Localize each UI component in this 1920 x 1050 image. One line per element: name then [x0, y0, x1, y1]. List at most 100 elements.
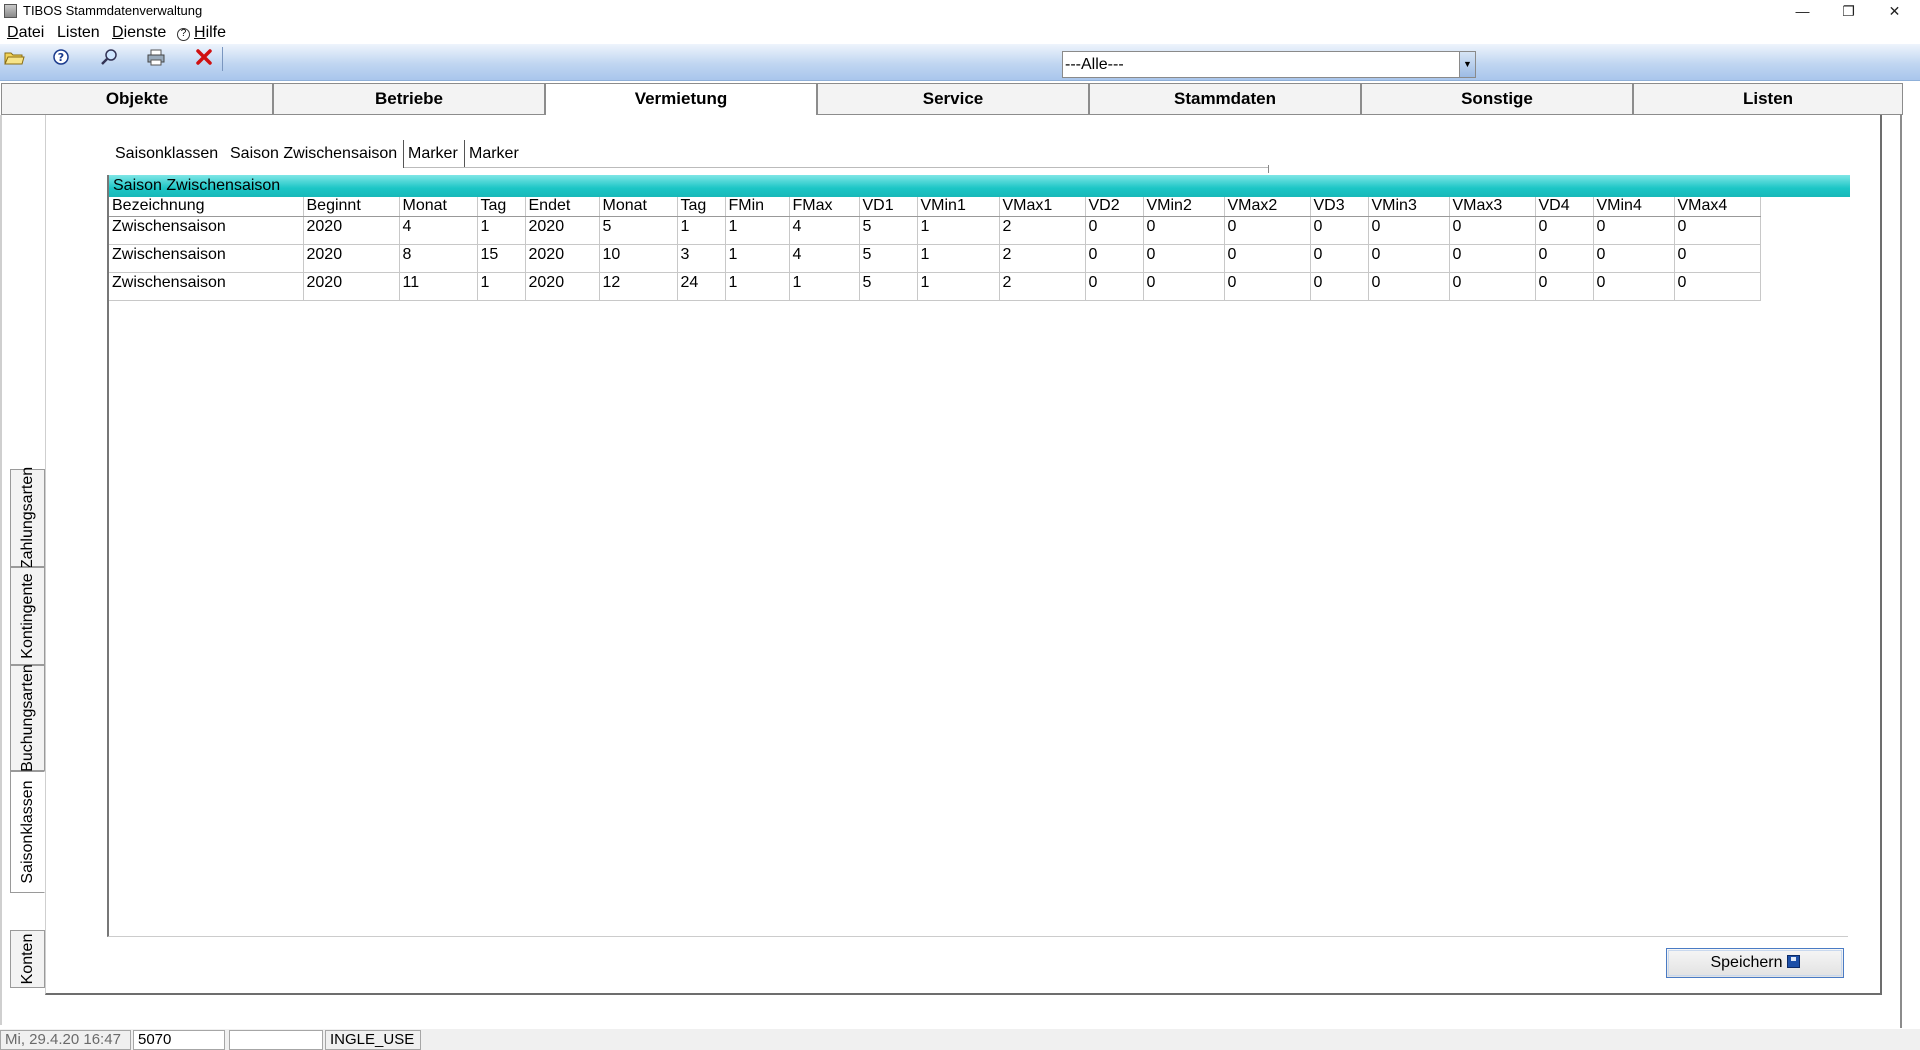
search-icon[interactable]: [98, 47, 124, 69]
table-cell[interactable]: Zwischensaison: [109, 272, 304, 301]
table-cell[interactable]: Zwischensaison: [109, 216, 304, 245]
save-button[interactable]: Speichern: [1666, 948, 1844, 978]
table-cell[interactable]: 11: [399, 272, 478, 301]
table-row[interactable]: Zwischensaison 2020 11 1 2020 12 24 1 1 5 1 2 0 0 0 0 0 0…: [109, 272, 1761, 301]
tab-objekte[interactable]: Objekte: [1, 83, 273, 115]
column-header[interactable]: VD1: [859, 197, 918, 217]
tab-sonstige[interactable]: Sonstige: [1361, 83, 1633, 115]
close-window-icon[interactable]: ✕: [1872, 0, 1917, 22]
table-cell[interactable]: 2020: [525, 272, 600, 301]
print-icon[interactable]: [145, 47, 171, 69]
column-header[interactable]: VMin2: [1143, 197, 1225, 217]
subtab-marker-1[interactable]: Marker: [403, 140, 462, 168]
column-header[interactable]: FMin: [725, 197, 790, 217]
table-cell[interactable]: 0: [1535, 244, 1594, 273]
column-header[interactable]: Bezeichnung: [109, 197, 304, 217]
table-cell[interactable]: 5: [859, 272, 918, 301]
side-tab-kontingente[interactable]: Kontingente: [10, 567, 45, 665]
table-cell[interactable]: 0: [1224, 272, 1311, 301]
column-header[interactable]: VMin3: [1368, 197, 1450, 217]
table-cell[interactable]: 0: [1593, 216, 1675, 245]
table-cell[interactable]: 3: [677, 244, 726, 273]
tab-vermietung[interactable]: Vermietung: [545, 83, 817, 117]
table-cell[interactable]: 0: [1674, 216, 1761, 245]
chevron-down-icon[interactable]: ▼: [1459, 52, 1475, 77]
tab-betriebe[interactable]: Betriebe: [273, 83, 545, 115]
table-cell[interactable]: 0: [1449, 244, 1536, 273]
column-header[interactable]: VD4: [1535, 197, 1594, 217]
column-header[interactable]: VMax3: [1449, 197, 1536, 217]
table-row[interactable]: Zwischensaison 2020 8 15 2020 10 3 1 4 5 1 2 0 0 0 0 0 0 0…: [109, 244, 1761, 273]
table-cell[interactable]: 5: [859, 244, 918, 273]
subtab-saison-zwischensaison[interactable]: Saison Zwischensaison: [226, 140, 401, 168]
table-cell[interactable]: 1: [917, 244, 1000, 273]
column-header[interactable]: VD3: [1310, 197, 1369, 217]
table-cell[interactable]: 0: [1310, 216, 1369, 245]
table-cell[interactable]: 4: [399, 216, 478, 245]
column-header[interactable]: VMax1: [999, 197, 1086, 217]
table-cell[interactable]: 1: [477, 216, 526, 245]
table-cell[interactable]: 0: [1085, 216, 1144, 245]
menu-listen[interactable]: Listen: [57, 24, 100, 42]
table-cell[interactable]: 1: [917, 216, 1000, 245]
table-cell[interactable]: 4: [789, 244, 860, 273]
table-cell[interactable]: 0: [1143, 244, 1225, 273]
table-cell[interactable]: 0: [1310, 272, 1369, 301]
table-cell[interactable]: 0: [1368, 272, 1450, 301]
side-tab-saisonklassen[interactable]: Saisonklassen: [10, 771, 45, 893]
table-cell[interactable]: 4: [789, 216, 860, 245]
table-cell[interactable]: 0: [1674, 244, 1761, 273]
table-cell[interactable]: 1: [477, 272, 526, 301]
column-header[interactable]: VD2: [1085, 197, 1144, 217]
column-header[interactable]: VMax4: [1674, 197, 1761, 217]
table-cell[interactable]: 10: [599, 244, 678, 273]
tab-service[interactable]: Service: [817, 83, 1089, 115]
table-cell[interactable]: 2020: [525, 216, 600, 245]
help-icon[interactable]: ?: [50, 47, 76, 69]
table-cell[interactable]: 8: [399, 244, 478, 273]
column-header[interactable]: FMax: [789, 197, 860, 217]
open-folder-icon[interactable]: [3, 47, 29, 69]
table-cell[interactable]: 15: [477, 244, 526, 273]
table-cell[interactable]: 1: [789, 272, 860, 301]
minimize-icon[interactable]: —: [1780, 0, 1825, 22]
table-cell[interactable]: 2: [999, 272, 1086, 301]
table-cell[interactable]: 1: [725, 244, 790, 273]
table-cell[interactable]: 1: [725, 272, 790, 301]
column-header[interactable]: Beginnt: [303, 197, 400, 217]
table-cell[interactable]: 0: [1593, 244, 1675, 273]
table-cell[interactable]: 0: [1535, 272, 1594, 301]
table-cell[interactable]: 0: [1310, 244, 1369, 273]
table-cell[interactable]: 0: [1368, 244, 1450, 273]
column-header[interactable]: Monat: [399, 197, 478, 217]
table-cell[interactable]: 2020: [303, 216, 400, 245]
side-tab-buchungsarten[interactable]: Buchungsarten: [10, 664, 45, 772]
table-cell[interactable]: 0: [1143, 272, 1225, 301]
column-header[interactable]: Monat: [599, 197, 678, 217]
column-header[interactable]: Endet: [525, 197, 600, 217]
table-cell[interactable]: 1: [677, 216, 726, 245]
delete-icon[interactable]: [193, 47, 219, 69]
table-cell[interactable]: Zwischensaison: [109, 244, 304, 273]
side-tab-konten[interactable]: Konten: [10, 930, 45, 988]
table-cell[interactable]: 0: [1449, 216, 1536, 245]
menu-datei[interactable]: Datei: [7, 24, 44, 42]
table-cell[interactable]: 2020: [525, 244, 600, 273]
table-cell[interactable]: 12: [599, 272, 678, 301]
column-header[interactable]: VMax2: [1224, 197, 1311, 217]
table-cell[interactable]: 2020: [303, 244, 400, 273]
table-cell[interactable]: 0: [1085, 244, 1144, 273]
table-cell[interactable]: 0: [1085, 272, 1144, 301]
table-cell[interactable]: 2: [999, 216, 1086, 245]
table-cell[interactable]: 2020: [303, 272, 400, 301]
table-cell[interactable]: 0: [1368, 216, 1450, 245]
column-header[interactable]: VMin1: [917, 197, 1000, 217]
column-header[interactable]: VMin4: [1593, 197, 1675, 217]
table-cell[interactable]: 0: [1143, 216, 1225, 245]
table-cell[interactable]: 0: [1535, 216, 1594, 245]
side-tab-zahlungsarten[interactable]: Zahlungsarten: [10, 467, 45, 569]
table-cell[interactable]: 5: [599, 216, 678, 245]
menu-dienste[interactable]: Dienste: [112, 24, 166, 42]
table-cell[interactable]: 1: [917, 272, 1000, 301]
tab-stammdaten[interactable]: Stammdaten: [1089, 83, 1361, 115]
